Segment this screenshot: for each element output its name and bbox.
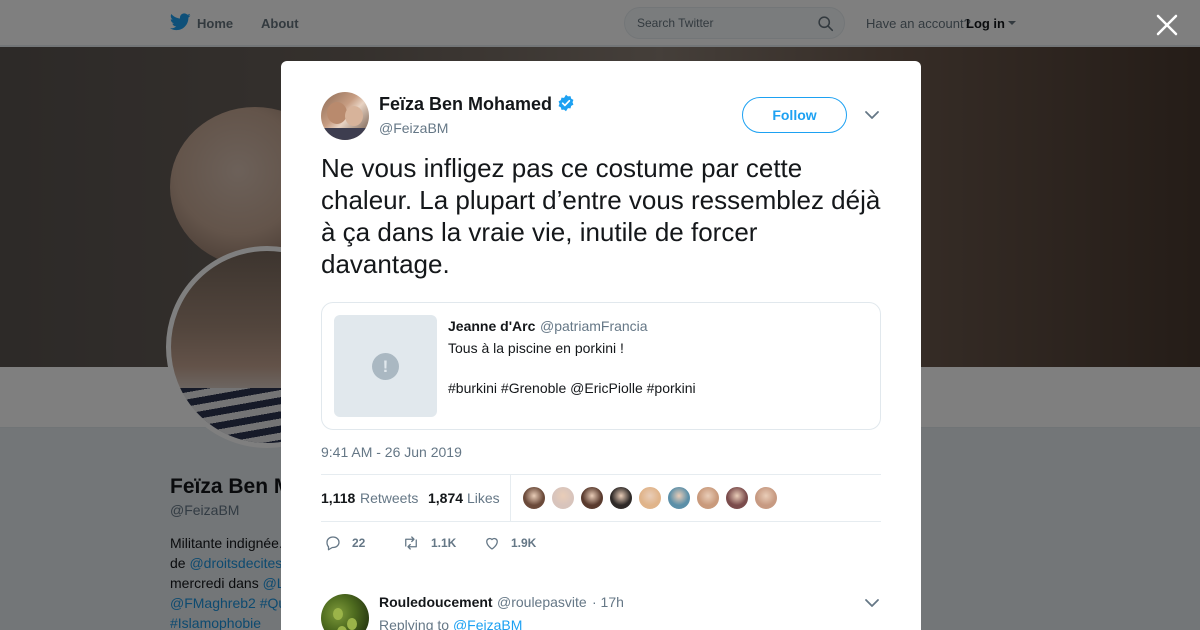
likes-count[interactable]: 1,874 (428, 490, 463, 506)
reply-count[interactable]: 22 (352, 536, 365, 550)
retweets-label[interactable]: Retweets (360, 490, 418, 506)
likes-label[interactable]: Likes (467, 490, 500, 506)
author-name[interactable]: Feïza Ben Mohamed (379, 94, 552, 115)
quoted-author-name: Jeanne d'Arc (448, 318, 536, 334)
tweet-modal: Feïza Ben Mohamed @FeizaBM Follow Ne vou… (281, 61, 921, 630)
retweets-count[interactable]: 1,118 (321, 490, 355, 506)
liker-avatar[interactable] (551, 486, 575, 510)
liker-avatar[interactable] (696, 486, 720, 510)
avatar-olive (347, 618, 357, 630)
tweet-stats: 1,118 Retweets 1,874 Likes (321, 474, 881, 522)
reply-avatar[interactable] (321, 594, 369, 630)
reply-author-handle[interactable]: @roulepasvite (497, 594, 587, 610)
quoted-text: Tous à la piscine en porkini ! (448, 340, 624, 356)
reply-icon[interactable] (324, 534, 342, 552)
divider (510, 475, 511, 521)
tweet-timestamp[interactable]: 9:41 AM - 26 Jun 2019 (321, 444, 462, 460)
quoted-hashtags: #burkini #Grenoble @EricPiolle #porkini (448, 380, 696, 396)
author-avatar[interactable] (321, 92, 369, 140)
replying-to-handle[interactable]: @FeizaBM (453, 617, 522, 630)
liker-avatar[interactable] (609, 486, 633, 510)
retweet-count[interactable]: 1.1K (431, 536, 456, 550)
warning-icon: ! (372, 353, 399, 380)
chevron-down-icon[interactable] (864, 597, 880, 609)
chevron-down-icon[interactable] (864, 109, 880, 121)
close-icon[interactable] (1155, 13, 1179, 37)
reply-time[interactable]: · 17h (592, 594, 624, 610)
liker-avatar[interactable] (638, 486, 662, 510)
reply-author-name[interactable]: Rouledoucement (379, 594, 493, 610)
quoted-media[interactable]: ! (334, 315, 437, 417)
avatar-olive (333, 608, 343, 620)
avatar-olive (337, 626, 347, 630)
liker-avatar[interactable] (522, 486, 546, 510)
replying-to: Replying to @FeizaBM (379, 617, 522, 630)
heart-icon[interactable] (483, 534, 501, 552)
tweet-text: Ne vous infligez pas ce costume par cett… (321, 153, 881, 279)
like-count[interactable]: 1.9K (511, 536, 536, 550)
author-handle[interactable]: @FeizaBM (379, 120, 448, 136)
quoted-tweet[interactable]: ! Jeanne d'Arc @patriamFrancia Tous à la… (321, 302, 881, 430)
retweet-icon[interactable] (402, 534, 420, 552)
follow-button[interactable]: Follow (742, 97, 847, 133)
liker-avatar[interactable] (667, 486, 691, 510)
liker-avatar[interactable] (580, 486, 604, 510)
tweet-actions: 22 1.1K 1.9K (321, 532, 881, 554)
liker-avatar[interactable] (754, 486, 778, 510)
quoted-author-handle: @patriamFrancia (540, 318, 648, 334)
avatar-face (327, 102, 347, 124)
avatar-face (345, 106, 363, 126)
verified-badge-icon (558, 94, 574, 112)
avatar-shirt (321, 128, 369, 140)
liker-avatar[interactable] (725, 486, 749, 510)
